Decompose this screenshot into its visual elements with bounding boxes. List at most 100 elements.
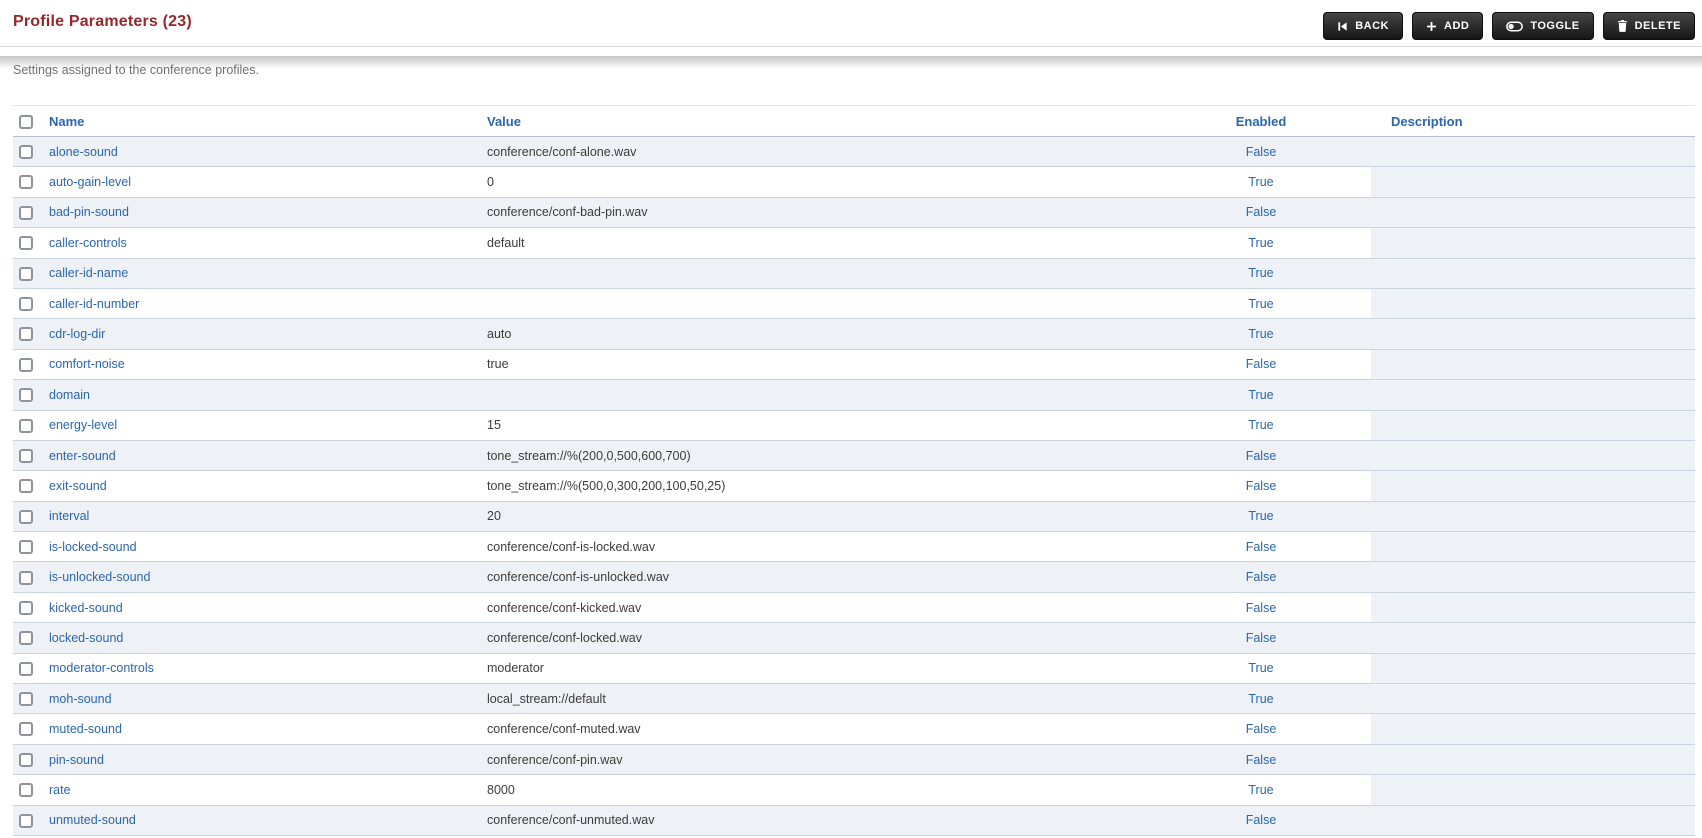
row-checkbox[interactable] <box>19 631 33 646</box>
parameter-enabled-link[interactable]: False <box>1246 631 1277 645</box>
row-checkbox-cell <box>13 713 49 745</box>
parameter-enabled-link[interactable]: True <box>1248 661 1273 675</box>
row-checkbox[interactable] <box>19 509 33 524</box>
parameter-description <box>1371 501 1695 533</box>
parameter-name-link[interactable]: moh-sound <box>49 692 112 706</box>
parameter-value: conference/conf-alone.wav <box>487 136 1151 168</box>
parameter-name-link[interactable]: auto-gain-level <box>49 175 131 189</box>
parameter-name-link[interactable]: caller-id-name <box>49 266 128 280</box>
parameter-enabled-link[interactable]: True <box>1248 327 1273 341</box>
sort-by-value-link[interactable]: Value <box>487 114 521 129</box>
add-button[interactable]: ADD <box>1412 12 1484 40</box>
row-checkbox[interactable] <box>19 448 33 463</box>
row-checkbox-cell <box>13 561 49 593</box>
row-checkbox[interactable] <box>19 661 33 676</box>
delete-button[interactable]: DELETE <box>1602 12 1695 40</box>
row-checkbox[interactable] <box>19 600 33 615</box>
parameter-enabled-link[interactable]: True <box>1248 783 1273 797</box>
parameter-enabled-link[interactable]: False <box>1246 357 1277 371</box>
parameter-enabled-link[interactable]: False <box>1246 479 1277 493</box>
parameter-enabled-cell: False <box>1151 531 1371 563</box>
parameter-enabled-link[interactable]: True <box>1248 509 1273 523</box>
parameter-name-link[interactable]: kicked-sound <box>49 601 123 615</box>
row-checkbox-cell <box>13 379 49 411</box>
row-checkbox[interactable] <box>19 145 33 160</box>
parameter-name-cell: rate <box>49 774 487 806</box>
row-checkbox[interactable] <box>19 692 33 707</box>
parameter-name-link[interactable]: pin-sound <box>49 753 104 767</box>
row-checkbox[interactable] <box>19 357 33 372</box>
parameter-enabled-link[interactable]: True <box>1248 297 1273 311</box>
row-checkbox[interactable] <box>19 813 33 828</box>
parameter-name-link[interactable]: exit-sound <box>49 479 107 493</box>
parameter-enabled-cell: False <box>1151 622 1371 654</box>
parameter-name-link[interactable]: caller-id-number <box>49 297 139 311</box>
parameter-value: local_stream://default <box>487 683 1151 715</box>
parameter-name-cell: comfort-noise <box>49 349 487 381</box>
parameter-name-link[interactable]: cdr-log-dir <box>49 327 105 341</box>
parameter-description <box>1371 349 1695 381</box>
parameter-name-link[interactable]: bad-pin-sound <box>49 205 129 219</box>
row-checkbox[interactable] <box>19 570 33 585</box>
parameter-name-link[interactable]: alone-sound <box>49 145 118 159</box>
parameter-name-link[interactable]: unmuted-sound <box>49 813 136 827</box>
row-checkbox[interactable] <box>19 783 33 798</box>
row-checkbox[interactable] <box>19 327 33 342</box>
parameter-description <box>1371 622 1695 654</box>
parameter-enabled-link[interactable]: True <box>1248 266 1273 280</box>
parameter-value: conference/conf-locked.wav <box>487 622 1151 654</box>
parameter-enabled-link[interactable]: False <box>1246 753 1277 767</box>
select-all-checkbox[interactable] <box>19 114 33 129</box>
table-row: unmuted-sound conference/conf-unmuted.wav… <box>13 805 1695 836</box>
row-checkbox[interactable] <box>19 175 33 190</box>
parameter-enabled-cell: True <box>1151 683 1371 715</box>
parameter-enabled-link[interactable]: False <box>1246 449 1277 463</box>
parameter-enabled-link[interactable]: False <box>1246 601 1277 615</box>
parameter-enabled-cell: True <box>1151 653 1371 685</box>
parameter-enabled-link[interactable]: False <box>1246 722 1277 736</box>
parameter-enabled-link[interactable]: True <box>1248 388 1273 402</box>
parameter-name-link[interactable]: comfort-noise <box>49 357 125 371</box>
sort-by-enabled-link[interactable]: Enabled <box>1236 114 1287 129</box>
parameter-enabled-link[interactable]: True <box>1248 175 1273 189</box>
parameter-enabled-link[interactable]: False <box>1246 145 1277 159</box>
parameter-name-link[interactable]: rate <box>49 783 71 797</box>
parameter-enabled-cell: True <box>1151 227 1371 259</box>
toggle-button[interactable]: TOGGLE <box>1492 12 1594 40</box>
parameter-value: moderator <box>487 653 1151 685</box>
parameter-enabled-link[interactable]: False <box>1246 570 1277 584</box>
parameter-name-link[interactable]: is-unlocked-sound <box>49 570 150 584</box>
parameter-name-link[interactable]: moderator-controls <box>49 661 154 675</box>
parameter-name-link[interactable]: interval <box>49 509 89 523</box>
table-row: bad-pin-sound conference/conf-bad-pin.wav… <box>13 197 1695 229</box>
parameter-enabled-link[interactable]: True <box>1248 692 1273 706</box>
parameter-name-link[interactable]: energy-level <box>49 418 117 432</box>
sort-by-description-link[interactable]: Description <box>1391 114 1463 129</box>
row-checkbox[interactable] <box>19 297 33 311</box>
row-checkbox-cell <box>13 349 49 381</box>
row-checkbox[interactable] <box>19 752 33 767</box>
parameter-name-link[interactable]: is-locked-sound <box>49 540 137 554</box>
row-checkbox[interactable] <box>19 388 33 403</box>
parameter-name-link[interactable]: locked-sound <box>49 631 123 645</box>
sort-by-name-link[interactable]: Name <box>49 114 84 129</box>
parameter-enabled-link[interactable]: True <box>1248 236 1273 250</box>
row-checkbox[interactable] <box>19 722 33 737</box>
row-checkbox[interactable] <box>19 479 33 494</box>
row-checkbox[interactable] <box>19 418 33 433</box>
parameter-name-link[interactable]: muted-sound <box>49 722 122 736</box>
parameter-name-link[interactable]: enter-sound <box>49 449 116 463</box>
parameter-enabled-link[interactable]: False <box>1246 540 1277 554</box>
parameter-name-link[interactable]: domain <box>49 388 90 402</box>
back-button[interactable]: BACK <box>1323 12 1403 40</box>
parameter-enabled-link[interactable]: False <box>1246 205 1277 219</box>
row-checkbox[interactable] <box>19 266 33 281</box>
parameter-name-link[interactable]: caller-controls <box>49 236 127 250</box>
parameter-enabled-cell: True <box>1151 410 1371 441</box>
row-checkbox[interactable] <box>19 236 33 251</box>
row-checkbox[interactable] <box>19 540 33 555</box>
parameter-enabled-link[interactable]: True <box>1248 418 1273 432</box>
parameter-description <box>1371 653 1695 685</box>
row-checkbox[interactable] <box>19 205 33 220</box>
parameter-enabled-link[interactable]: False <box>1246 813 1277 827</box>
